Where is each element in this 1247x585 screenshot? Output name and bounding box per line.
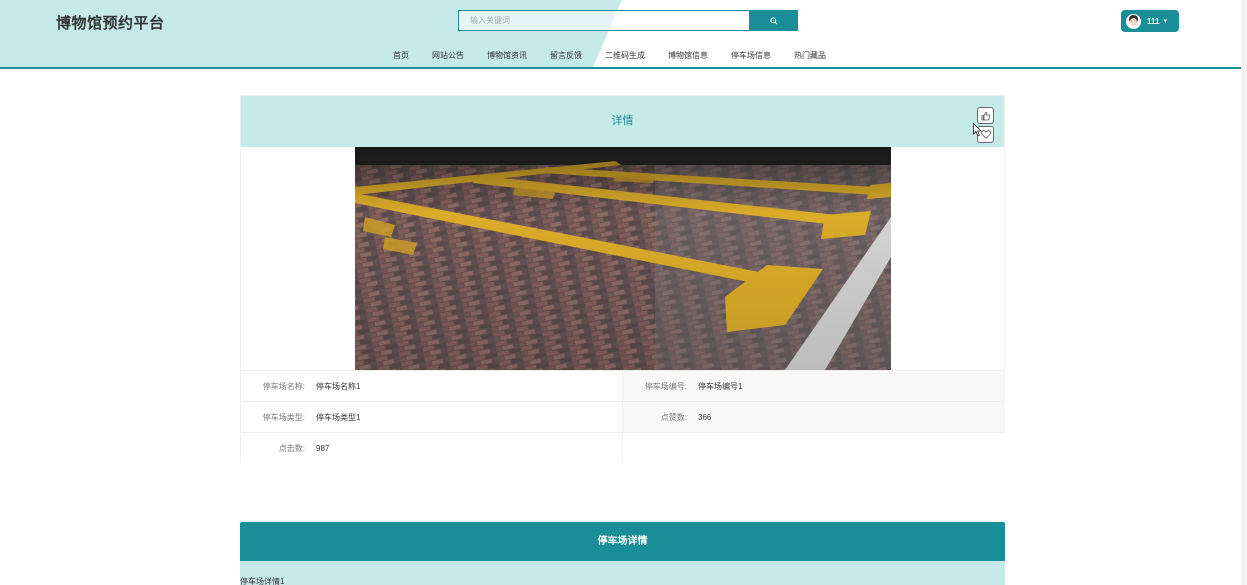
info-name-label: 停车场名称: xyxy=(262,382,305,391)
parking-lot-photo xyxy=(355,147,891,370)
site-logo[interactable]: 博物馆预约平台 xyxy=(56,12,165,33)
favorite-icon xyxy=(980,130,991,139)
info-empty-cell xyxy=(622,432,1005,463)
info-clicks-label: 点击数: xyxy=(278,444,305,453)
info-type-value: 停车场类型1 xyxy=(316,413,361,422)
info-likes-label: 点赞数: xyxy=(660,413,687,422)
parking-info-grid: 停车场名称: 停车场名称1 停车场编号: 停车场编号1 停车场类型: 停车场类型1 点… xyxy=(241,370,1006,464)
user-name: 111 xyxy=(1147,16,1160,26)
nav-home[interactable]: 首页 xyxy=(393,50,409,61)
detail-card: 详情 停车场名称: 停车场名称1 停车场编号: 停车场编号1 停车场类型: 停车… xyxy=(240,95,1005,463)
nav-popular-collections[interactable]: 热门藏品 xyxy=(794,50,826,61)
main-nav: 首页 网站公告 博物馆资讯 留言反馈 二维码生成 博物馆信息 停车场信息 热门藏… xyxy=(393,50,849,61)
detail-title: 详情 xyxy=(611,115,634,127)
mouse-cursor-icon xyxy=(973,123,982,137)
nav-museum-news[interactable]: 博物馆资讯 xyxy=(487,50,527,61)
search-button[interactable] xyxy=(750,10,798,31)
detail-header: 详情 xyxy=(241,96,1004,147)
info-number-label: 停车场编号: xyxy=(644,382,687,391)
info-number-value: 停车场编号1 xyxy=(698,382,743,391)
page-scrollbar[interactable] xyxy=(1241,0,1247,585)
site-header: 博物馆预约平台 首页 网站公告 博物馆资讯 留言反馈 二维码生成 博物馆信息 停… xyxy=(0,0,1247,69)
nav-announcements[interactable]: 网站公告 xyxy=(432,50,464,61)
nav-qrcode[interactable]: 二维码生成 xyxy=(605,50,645,61)
section-title: 停车场详情 xyxy=(240,522,1005,561)
nav-feedback[interactable]: 留言反馈 xyxy=(550,50,582,61)
info-likes-value: 366 xyxy=(698,413,712,422)
info-name-row: 停车场名称: 停车场名称1 xyxy=(241,370,622,401)
section-body: 停车场详情1 xyxy=(240,561,1005,585)
info-likes-row: 点赞数: 366 xyxy=(622,401,1005,432)
caret-down-icon: ▾ xyxy=(1163,18,1167,25)
info-number-row: 停车场编号: 停车场编号1 xyxy=(622,370,1005,401)
info-clicks-row: 点击数: 987 xyxy=(241,432,622,463)
like-icon xyxy=(981,111,990,120)
avatar xyxy=(1126,13,1141,29)
info-name-value: 停车场名称1 xyxy=(316,382,361,391)
nav-parking-info[interactable]: 停车场信息 xyxy=(731,50,771,61)
info-type-label: 停车场类型: xyxy=(262,413,305,422)
user-menu-button[interactable]: 111 ▾ xyxy=(1121,10,1179,32)
search-input[interactable] xyxy=(458,10,750,31)
search-icon xyxy=(770,16,778,25)
parking-detail-section: 停车场详情 停车场详情1 xyxy=(240,522,1005,585)
info-clicks-value: 987 xyxy=(316,444,330,453)
info-type-row: 停车场类型: 停车场类型1 xyxy=(241,401,622,432)
nav-museum-info[interactable]: 博物馆信息 xyxy=(668,50,708,61)
like-button[interactable] xyxy=(977,107,994,124)
